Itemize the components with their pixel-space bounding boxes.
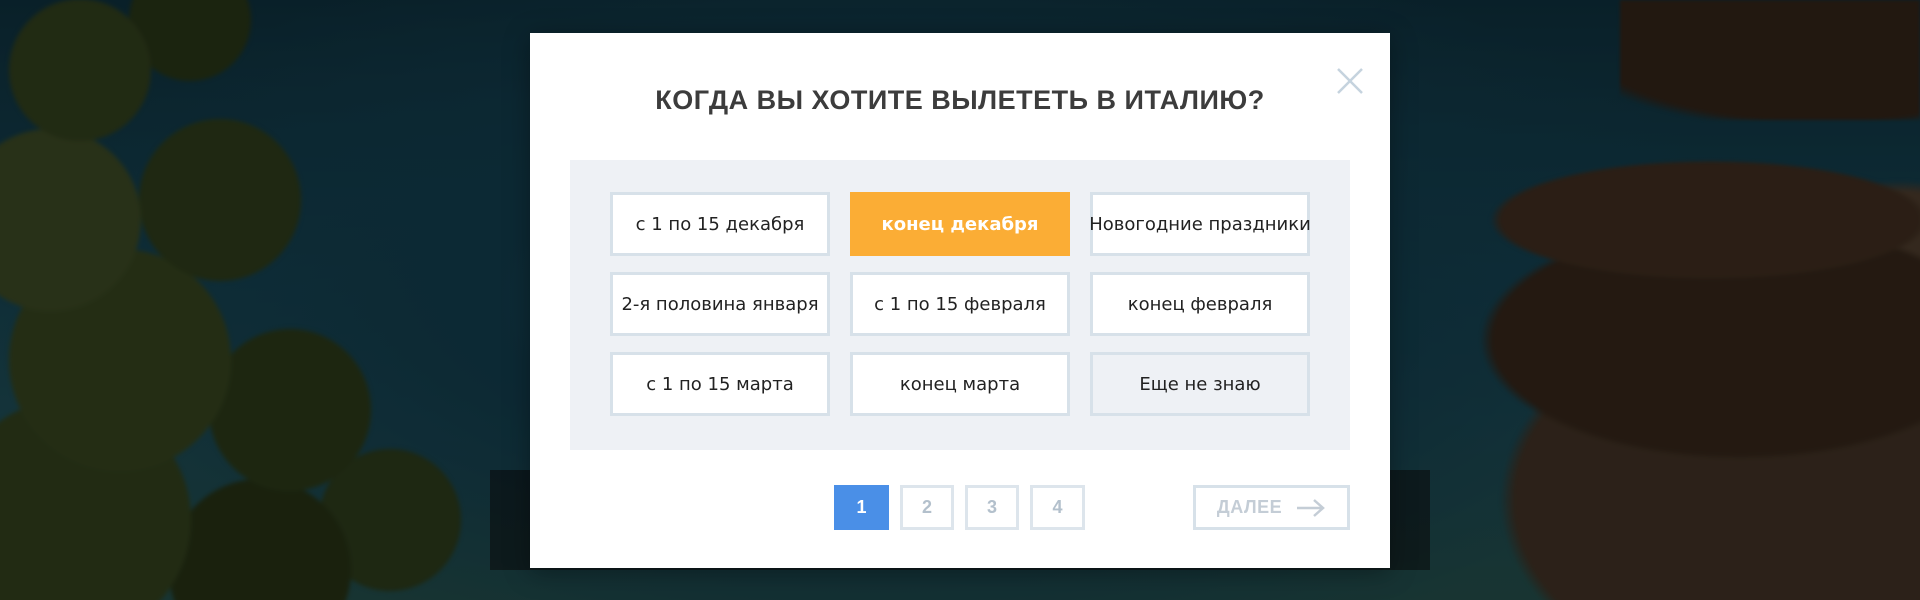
pagination: 1 2 3 4 <box>834 485 1085 530</box>
next-button[interactable]: ДАЛЕЕ <box>1193 485 1350 530</box>
date-selection-modal: КОГДА ВЫ ХОТИТЕ ВЫЛЕТЕТЬ В ИТАЛИЮ? с 1 п… <box>530 33 1390 568</box>
page-1-button[interactable]: 1 <box>834 485 889 530</box>
arrow-right-icon <box>1297 498 1325 517</box>
page-2-button[interactable]: 2 <box>900 485 954 530</box>
option-end-mar[interactable]: конец марта <box>850 352 1070 416</box>
page-3-button[interactable]: 3 <box>965 485 1019 530</box>
option-second-half-jan[interactable]: 2-я половина января <box>610 272 830 336</box>
option-mar-1-15[interactable]: с 1 по 15 марта <box>610 352 830 416</box>
next-button-label: ДАЛЕЕ <box>1216 497 1283 517</box>
options-panel: с 1 по 15 декабря конец декабря Новогодн… <box>570 160 1350 450</box>
option-dont-know[interactable]: Еще не знаю <box>1090 352 1310 416</box>
option-dec-1-15[interactable]: с 1 по 15 декабря <box>610 192 830 256</box>
modal-title: КОГДА ВЫ ХОТИТЕ ВЫЛЕТЕТЬ В ИТАЛИЮ? <box>655 85 1265 115</box>
option-feb-1-15[interactable]: с 1 по 15 февраля <box>850 272 1070 336</box>
option-end-dec[interactable]: конец декабря <box>850 192 1070 256</box>
options-grid: с 1 по 15 декабря конец декабря Новогодн… <box>610 192 1311 416</box>
option-end-feb[interactable]: конец февраля <box>1090 272 1310 336</box>
option-new-year-holidays[interactable]: Новогодние праздники <box>1089 192 1311 256</box>
page-4-button[interactable]: 4 <box>1030 485 1085 530</box>
